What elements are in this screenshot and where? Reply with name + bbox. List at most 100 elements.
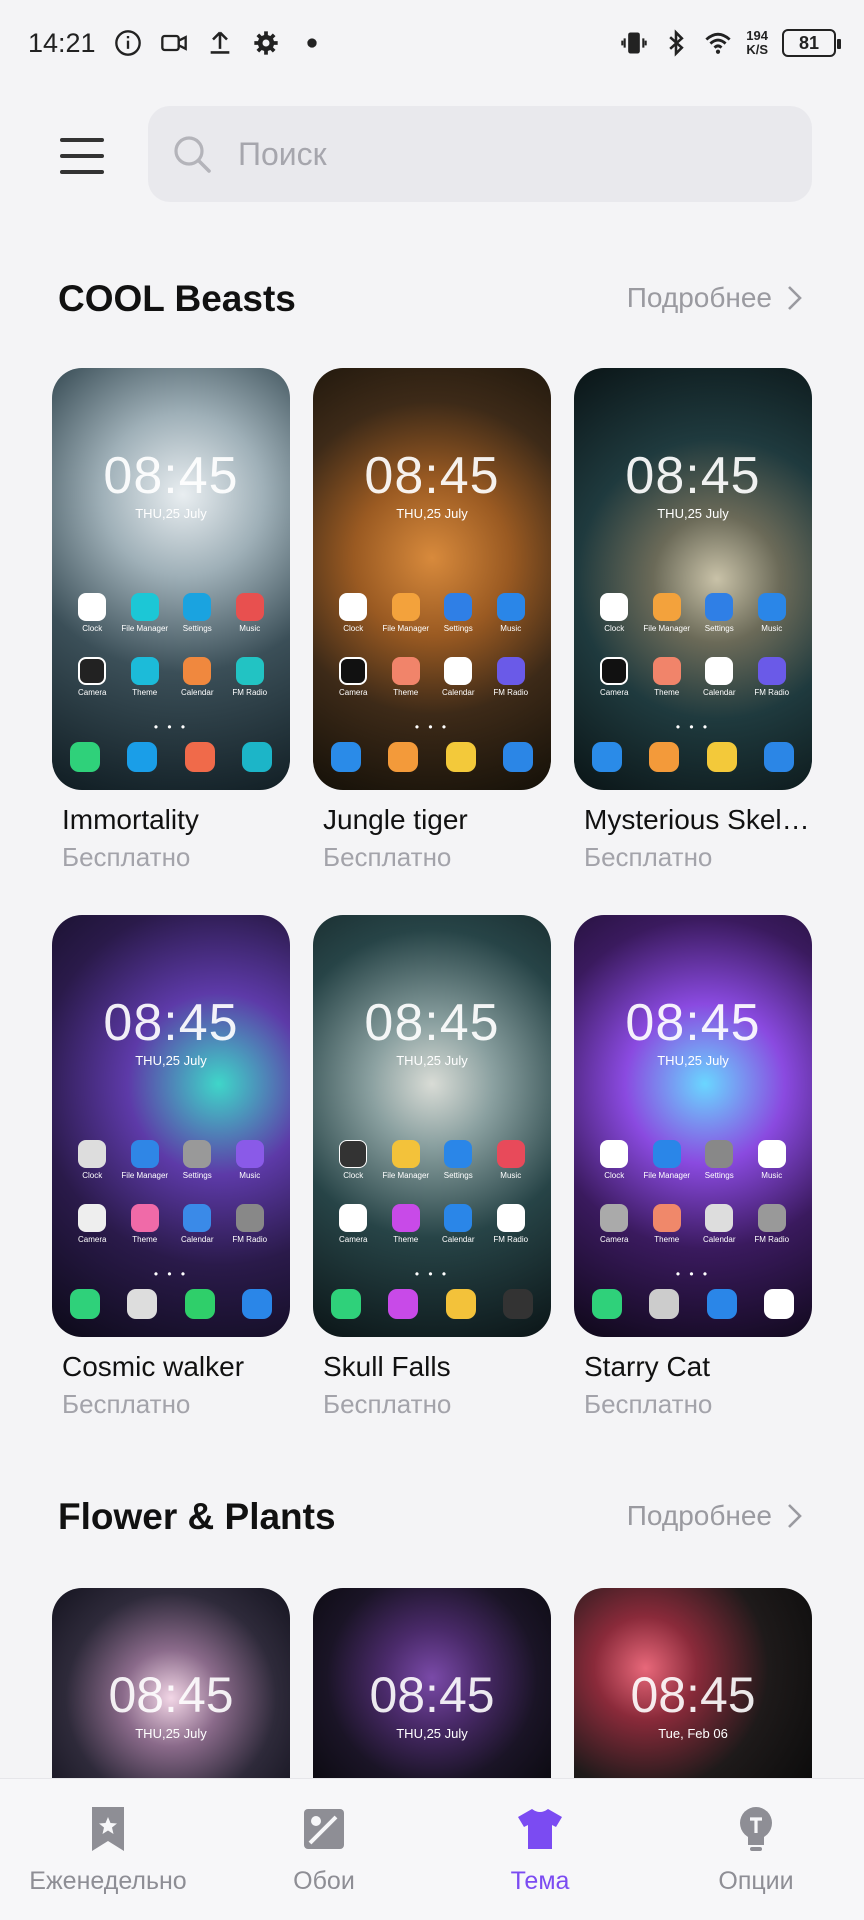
more-link-label: Подробнее [626, 1500, 772, 1531]
preview-app: Camera [588, 657, 641, 697]
preview-time: 08:45 [625, 447, 761, 505]
page-dots: • • • [153, 720, 189, 734]
preview-app: Settings [432, 593, 485, 633]
chevron-right-icon [788, 1504, 802, 1528]
theme-card[interactable]: 08:45 THU,25 July Clock File Manager Set… [574, 915, 812, 1420]
preview-app: Clock [588, 1140, 641, 1180]
preview-time: 08:45 [103, 447, 239, 505]
search-icon [174, 136, 211, 173]
preview-dock [592, 742, 794, 772]
preview-app: Music [746, 1140, 799, 1180]
preview-date: THU,25 July [135, 1726, 207, 1741]
network-speed-unit: K/S [746, 42, 768, 57]
preview-app: Theme [119, 1204, 172, 1244]
theme-card[interactable]: 08:45 THU,25 July Clock File Manager Set… [313, 915, 551, 1420]
preview-app: Music [485, 1140, 538, 1180]
settings-gear-icon [252, 29, 280, 57]
preview-date: THU,25 July [396, 1726, 468, 1741]
nav-wallpapers[interactable]: Обои [216, 1779, 432, 1920]
bluetooth-icon [662, 29, 690, 57]
preview-app: FM Radio [746, 1204, 799, 1244]
nav-label: Обои [293, 1867, 355, 1895]
preview-dock [70, 1289, 272, 1319]
theme-name: Cosmic walker [62, 1351, 245, 1382]
nav-label: Опции [718, 1867, 794, 1895]
network-speed: 194 K/S [746, 29, 768, 57]
more-link-label: Подробнее [626, 282, 772, 313]
nav-weekly[interactable]: Еженедельно [0, 1779, 216, 1920]
preview-app: Theme [641, 657, 694, 697]
vibrate-icon [620, 29, 648, 57]
lightbulb-icon [740, 1807, 772, 1851]
theme-price: Бесплатно [62, 842, 191, 872]
theme-name: Starry Cat [584, 1351, 711, 1382]
preview-app: Theme [119, 657, 172, 697]
theme-card[interactable]: 08:45 Tue, Feb 06 [574, 1588, 812, 1788]
preview-time: 08:45 [369, 1667, 495, 1723]
more-link[interactable]: Подробнее [627, 1500, 804, 1532]
preview-app: Theme [641, 1204, 694, 1244]
preview-date: THU,25 July [396, 506, 468, 521]
preview-app: Clock [66, 593, 119, 633]
chevron-right-icon [788, 286, 802, 310]
preview-app: Clock [588, 593, 641, 633]
menu-line [60, 170, 104, 174]
menu-line [60, 138, 104, 142]
more-link[interactable]: Подробнее [627, 282, 804, 314]
preview-app: FM Radio [485, 657, 538, 697]
theme-price: Бесплатно [323, 842, 452, 872]
theme-preview: 08:45 THU,25 July Clock File Manager Set… [52, 915, 290, 1337]
preview-dock [70, 742, 272, 772]
preview-app: Camera [66, 1204, 119, 1244]
preview-apps: Clock File Manager Settings Music Camera… [327, 593, 537, 697]
preview-app: Music [224, 1140, 277, 1180]
bottom-navigation: Еженедельно Обои Тема Опции [0, 1778, 864, 1920]
preview-app: Clock [327, 593, 380, 633]
preview-app: Music [485, 593, 538, 633]
theme-price: Бесплатно [62, 1389, 191, 1419]
theme-preview: 08:45 THU,25 July Clock File Manager Set… [313, 368, 551, 790]
theme-preview: 08:45 THU,25 July Clock File Manager Set… [313, 915, 551, 1337]
menu-line [60, 154, 104, 158]
preview-time: 08:45 [103, 994, 239, 1052]
preview-apps: Clock File Manager Settings Music Camera… [327, 1140, 537, 1244]
theme-price: Бесплатно [323, 1389, 452, 1419]
theme-card[interactable]: 08:45 THU,25 July Clock File Manager Set… [313, 368, 551, 873]
preview-time: 08:45 [364, 994, 500, 1052]
preview-apps: Clock File Manager Settings Music Camera… [588, 1140, 798, 1244]
theme-card[interactable]: 08:45 THU,25 July [313, 1588, 551, 1788]
section-header-cool-beasts: COOL Beasts Подробнее [0, 278, 864, 338]
theme-name: Skull Falls [323, 1351, 451, 1382]
tshirt-icon [518, 1809, 562, 1849]
preview-date: THU,25 July [396, 1053, 468, 1068]
preview-app: Settings [171, 593, 224, 633]
preview-apps: Clock File Manager Settings Music Camera… [588, 593, 798, 697]
search-placeholder: Поиск [238, 135, 327, 172]
theme-card[interactable]: 08:45 THU,25 July Clock File Manager Set… [52, 368, 290, 873]
section-header-flower-plants: Flower & Plants Подробнее [0, 1496, 864, 1556]
preview-date: THU,25 July [657, 1053, 729, 1068]
theme-price: Бесплатно [584, 1389, 713, 1419]
preview-app: File Manager [641, 593, 694, 633]
theme-card[interactable]: 08:45 THU,25 July Clock File Manager Set… [52, 915, 290, 1420]
search-input[interactable]: Поиск [148, 106, 812, 202]
preview-app: Calendar [693, 657, 746, 697]
page-dots: • • • [153, 1267, 189, 1281]
page-dots: • • • [675, 1267, 711, 1281]
wallpaper-icon [304, 1809, 344, 1849]
nav-options[interactable]: Опции [648, 1779, 864, 1920]
preview-app: Camera [327, 1204, 380, 1244]
preview-app: Calendar [432, 657, 485, 697]
preview-app: Calendar [432, 1204, 485, 1244]
preview-time: 08:45 [108, 1667, 234, 1723]
preview-app: FM Radio [224, 657, 277, 697]
nav-themes[interactable]: Тема [432, 1779, 648, 1920]
theme-card[interactable]: 08:45 THU,25 July Clock File Manager Set… [574, 368, 812, 873]
menu-button[interactable] [52, 130, 112, 182]
theme-card[interactable]: 08:45 THU,25 July [52, 1588, 290, 1788]
bookmark-star-icon [92, 1807, 124, 1851]
preview-dock [331, 742, 533, 772]
section-title: Flower & Plants [58, 1496, 336, 1537]
theme-preview: 08:45 THU,25 July Clock File Manager Set… [574, 915, 812, 1337]
preview-app: Clock [66, 1140, 119, 1180]
